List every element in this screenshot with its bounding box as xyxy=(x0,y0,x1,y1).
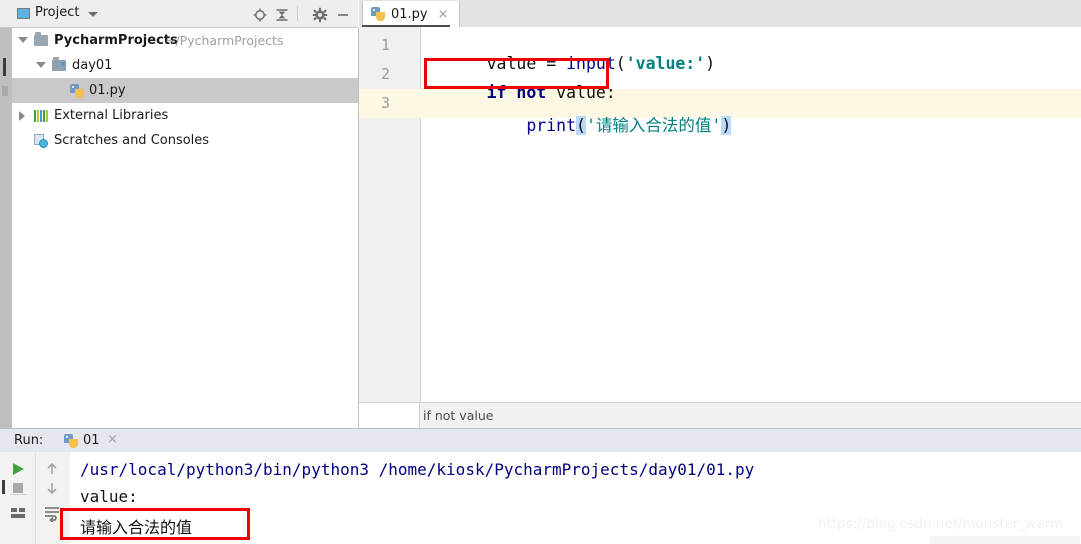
watermark-bar xyxy=(930,536,1080,544)
editor-tab-bar: 01.py × xyxy=(359,0,1081,28)
chevron-down-icon[interactable] xyxy=(18,37,28,43)
soft-wrap-icon[interactable] xyxy=(43,504,61,523)
run-play-icon[interactable] xyxy=(9,460,27,478)
code-token: ) xyxy=(705,54,716,73)
code-line-3[interactable]: print('请输入合法的值') xyxy=(427,93,732,155)
code-token: 'value:' xyxy=(625,54,706,73)
tree-item-pycharmprojects[interactable]: PycharmProjects ~/PycharmProjects xyxy=(12,28,358,53)
line-number: 2 xyxy=(380,65,390,83)
line-number: 3 xyxy=(380,94,390,112)
annotation-box-if-not-value xyxy=(424,58,609,89)
locate-icon[interactable] xyxy=(252,7,268,23)
annotation-box-console-input xyxy=(60,508,250,540)
settings-gear-icon[interactable] xyxy=(312,7,328,23)
toolbar-divider xyxy=(297,6,298,21)
console-line-prompt: value: xyxy=(80,487,138,506)
tree-item-label: day01 xyxy=(72,58,113,73)
code-token: ( xyxy=(615,54,626,73)
python-file-icon xyxy=(64,434,78,448)
watermark: https://blog.csdn.net/monster_warm xyxy=(818,516,1064,532)
minimize-icon[interactable] xyxy=(335,7,351,23)
breadcrumb[interactable]: if not value xyxy=(423,408,493,423)
bottom-left-strip xyxy=(0,452,10,544)
line-number: 1 xyxy=(380,36,390,54)
editor-breadcrumb-bar: if not value xyxy=(359,402,1081,430)
tree-item-01py[interactable]: 01.py xyxy=(12,78,358,103)
code-token-brace-open: ( xyxy=(576,116,586,135)
tree-item-label: 01.py xyxy=(89,83,126,98)
project-tool-tab-marker[interactable] xyxy=(3,58,6,76)
project-panel-title: Project xyxy=(35,5,80,20)
editor-tab-label: 01.py xyxy=(391,6,428,22)
console-line-command: /usr/local/python3/bin/python3 /home/kio… xyxy=(80,460,755,479)
tree-item-label: External Libraries xyxy=(54,108,169,123)
stop-icon[interactable] xyxy=(9,479,27,497)
close-icon[interactable]: × xyxy=(107,432,118,447)
tree-item-label: PycharmProjects xyxy=(54,33,178,48)
chevron-down-icon[interactable] xyxy=(36,62,46,68)
code-token-brace-close: ) xyxy=(721,116,732,135)
run-label: Run: xyxy=(14,433,44,448)
folder-icon xyxy=(34,32,48,46)
collapse-all-icon[interactable] xyxy=(274,7,290,23)
project-panel-header: Project xyxy=(0,0,358,28)
run-tool-window-header: Run: 01 × xyxy=(0,428,1081,454)
structure-tool-tab-marker[interactable] xyxy=(2,86,8,96)
run-tab-label[interactable]: 01 xyxy=(83,433,100,448)
scratches-icon xyxy=(34,134,49,148)
tree-item-scratches-and-consoles[interactable]: Scratches and Consoles xyxy=(12,128,358,153)
python-file-icon xyxy=(371,7,385,21)
editor-tab-01py[interactable]: 01.py × xyxy=(362,1,460,27)
breadcrumb-left-pad xyxy=(359,403,420,428)
editor-gutter[interactable]: 1 2 3 xyxy=(359,27,421,402)
run-tool-tab-marker[interactable] xyxy=(2,480,5,494)
folder-module-icon xyxy=(52,57,66,71)
python-file-icon xyxy=(70,84,84,98)
code-token: '请输入合法的值' xyxy=(585,116,722,135)
scroll-down-icon[interactable] xyxy=(43,479,61,497)
chevron-down-icon[interactable] xyxy=(88,12,98,17)
toolbar-divider xyxy=(35,452,36,544)
print-layout-icon[interactable] xyxy=(9,504,27,522)
chevron-right-icon[interactable] xyxy=(19,111,25,121)
scroll-up-icon[interactable] xyxy=(43,460,61,478)
tree-item-external-libraries[interactable]: External Libraries xyxy=(12,103,358,128)
code-token: print xyxy=(526,116,577,135)
project-tree[interactable]: PycharmProjects ~/PycharmProjects day01 … xyxy=(12,28,359,428)
project-panel-icon xyxy=(17,8,30,19)
close-icon[interactable]: × xyxy=(438,7,449,22)
libraries-icon xyxy=(34,110,48,122)
tree-item-day01[interactable]: day01 xyxy=(12,53,358,78)
pycharm-window: Project PycharmProjects ~/PycharmProject… xyxy=(0,0,1081,544)
tree-item-label: Scratches and Consoles xyxy=(54,133,210,148)
tree-item-path: ~/PycharmProjects xyxy=(165,33,284,48)
gutter-current-line-highlight xyxy=(359,89,421,118)
